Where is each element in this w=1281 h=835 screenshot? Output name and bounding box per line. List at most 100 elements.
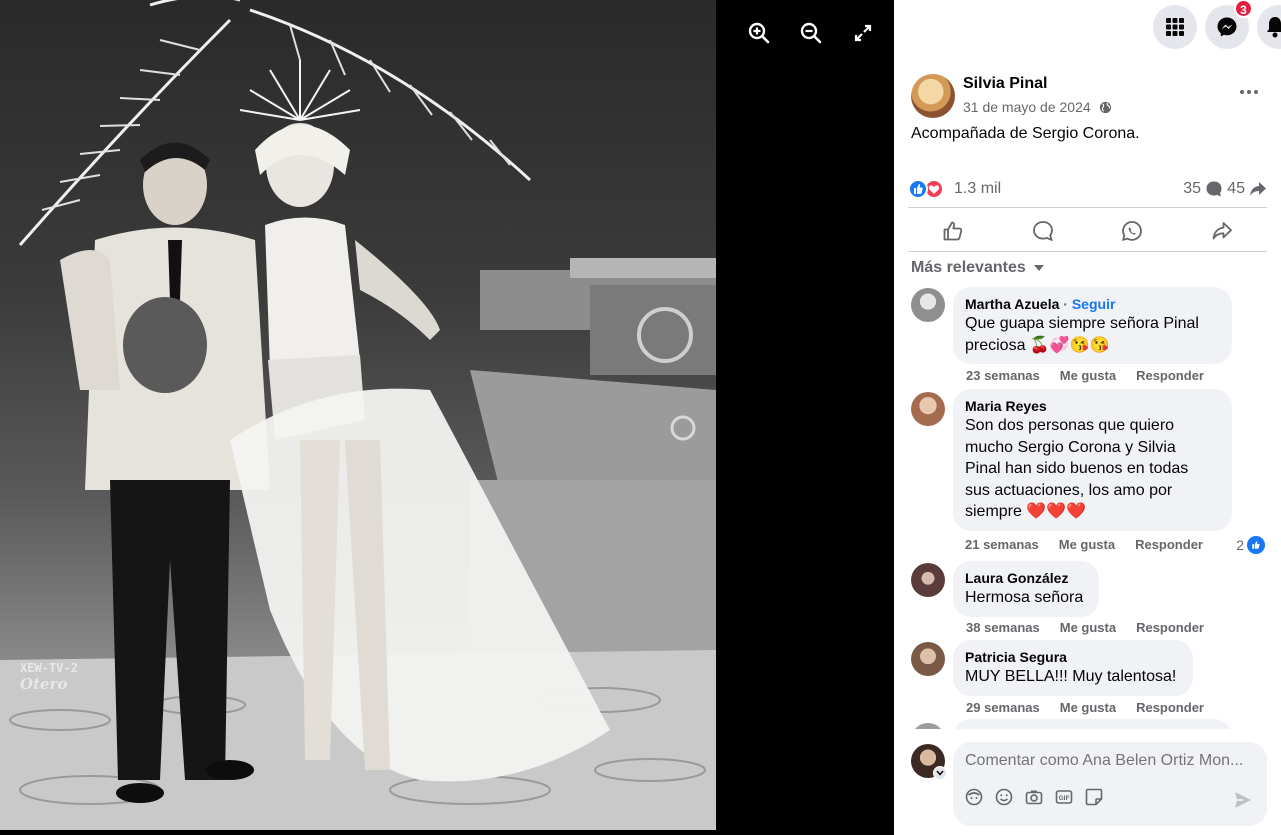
gif-button[interactable]: GIF bbox=[1055, 788, 1073, 806]
commenter-name-row: Martha Azuela · Seguir bbox=[965, 295, 1220, 313]
commenter-name[interactable]: Laura González bbox=[965, 569, 1087, 587]
comments-list[interactable]: Martha Azuela · Seguir Que guapa siempre… bbox=[908, 283, 1267, 729]
sticker-button[interactable] bbox=[1085, 788, 1103, 806]
comment-icon bbox=[1032, 221, 1053, 242]
zoom-in-button[interactable] bbox=[744, 18, 774, 48]
post-photo[interactable]: XEW-TV-2 Otero bbox=[0, 0, 716, 830]
comment-composer: GIF bbox=[908, 740, 1267, 830]
author-avatar[interactable] bbox=[911, 74, 955, 118]
like-reaction-icon[interactable] bbox=[908, 179, 928, 199]
comment-text-line: preciosa 🍒💞😘😘 bbox=[965, 336, 1110, 354]
send-icon bbox=[1235, 792, 1251, 808]
comment-meta: 38 semanas Me gusta Responder bbox=[966, 620, 1204, 635]
comment-reply-button[interactable]: Responder bbox=[1135, 537, 1203, 552]
shares-count-button[interactable]: 45 bbox=[1227, 180, 1267, 198]
zoom-in-icon bbox=[748, 22, 770, 44]
whatsapp-icon bbox=[1122, 221, 1143, 241]
post-date[interactable]: 31 de mayo de 2024 bbox=[963, 99, 1091, 115]
reactions-count[interactable]: 1.3 mil bbox=[954, 180, 1001, 198]
commenter-avatar[interactable] bbox=[911, 642, 945, 676]
comment-meta: 29 semanas Me gusta Responder bbox=[966, 700, 1204, 715]
comment-reply-button[interactable]: Responder bbox=[1136, 700, 1204, 715]
comment-sort-dropdown[interactable]: Más relevantes bbox=[911, 259, 1044, 277]
comment-text-line: mucho Sergio Corona y Silvia bbox=[965, 438, 1176, 456]
bell-icon bbox=[1267, 17, 1281, 38]
photo-button[interactable] bbox=[1025, 788, 1043, 806]
like-button[interactable] bbox=[908, 210, 998, 252]
comment-like-button[interactable]: Me gusta bbox=[1060, 620, 1116, 635]
viewer-toolbar bbox=[744, 18, 878, 48]
comment-text-line: Son dos personas que quiero bbox=[965, 417, 1175, 434]
comment-like-button[interactable]: Me gusta bbox=[1060, 368, 1116, 383]
stats-divider bbox=[908, 207, 1267, 208]
author-name[interactable]: Silvia Pinal bbox=[963, 75, 1047, 93]
commenter-avatar[interactable] bbox=[911, 723, 945, 729]
svg-text:GIF: GIF bbox=[1059, 795, 1070, 802]
comment-time[interactable]: 21 semanas bbox=[965, 537, 1039, 552]
post-options-button[interactable] bbox=[1235, 82, 1263, 102]
sort-label: Más relevantes bbox=[911, 259, 1026, 276]
menu-button[interactable] bbox=[1153, 5, 1197, 49]
comment-bubble: Patricia Segura MUY BELLA!!! Muy talento… bbox=[953, 640, 1193, 696]
zoom-out-button[interactable] bbox=[796, 18, 826, 48]
emoji-button[interactable] bbox=[995, 788, 1013, 806]
share-arrow-icon bbox=[1250, 182, 1266, 196]
messenger-button[interactable]: 3 bbox=[1205, 0, 1253, 49]
whatsapp-share-button[interactable] bbox=[1088, 210, 1178, 252]
fullscreen-button[interactable] bbox=[848, 18, 878, 48]
post-header: Silvia Pinal 31 de mayo de 2024 bbox=[911, 72, 1267, 120]
actions-divider bbox=[908, 251, 1267, 252]
share-icon bbox=[1212, 222, 1233, 240]
comment-input[interactable] bbox=[965, 752, 1255, 770]
messenger-badge: 3 bbox=[1234, 0, 1253, 18]
post-stats: 1.3 mil 35 45 bbox=[908, 178, 1267, 200]
avatar-sticker-button[interactable] bbox=[965, 788, 983, 806]
gif-icon: GIF bbox=[1055, 790, 1073, 804]
comment-time[interactable]: 38 semanas bbox=[966, 620, 1040, 635]
commenter-name[interactable]: Maria Reyes bbox=[965, 397, 1220, 415]
commenter-avatar[interactable] bbox=[911, 563, 945, 597]
comment-text-line: siempre ❤️❤️❤️ bbox=[965, 503, 1087, 520]
profile-switch-button[interactable] bbox=[933, 766, 947, 780]
share-button[interactable] bbox=[1177, 210, 1267, 252]
comment-button[interactable] bbox=[998, 210, 1088, 252]
commenter-avatar[interactable] bbox=[911, 392, 945, 426]
comment-bubble: Maria Reyes Son dos personas que quiero … bbox=[953, 389, 1232, 531]
comment-time[interactable]: 29 semanas bbox=[966, 700, 1040, 715]
camera-icon bbox=[1025, 790, 1043, 805]
grid-menu-icon bbox=[1166, 18, 1184, 36]
comment-bubble bbox=[953, 719, 1232, 729]
comment-reply-button[interactable]: Responder bbox=[1136, 620, 1204, 635]
commenter-name[interactable]: Patricia Segura bbox=[965, 648, 1181, 666]
comment-reply-button[interactable]: Responder bbox=[1136, 368, 1204, 383]
top-bar: 3 bbox=[894, 0, 1281, 56]
composer-tools: GIF bbox=[965, 788, 1103, 806]
post-panel: 3 Silvia Pinal 31 de mayo de 2024 Acompa… bbox=[894, 0, 1281, 835]
caret-down-icon bbox=[1033, 265, 1044, 271]
fullscreen-icon bbox=[854, 24, 872, 42]
notifications-button[interactable] bbox=[1257, 5, 1281, 49]
sticker-icon bbox=[1085, 788, 1103, 806]
comment-time[interactable]: 23 semanas bbox=[966, 368, 1040, 383]
post-actions bbox=[908, 210, 1267, 252]
send-button[interactable] bbox=[1233, 790, 1253, 815]
comment-like-count[interactable]: 2 bbox=[1236, 536, 1265, 554]
comment-meta: 21 semanas Me gusta Responder bbox=[965, 537, 1203, 552]
comment-like-button[interactable]: Me gusta bbox=[1059, 537, 1115, 552]
comment-meta: 23 semanas Me gusta Responder bbox=[966, 368, 1204, 383]
dot-icon bbox=[1254, 90, 1258, 94]
watermark-line-1: XEW-TV-2 bbox=[20, 661, 78, 675]
commenter-avatar[interactable] bbox=[911, 288, 945, 322]
comment-bubble-icon bbox=[1206, 181, 1222, 197]
photo-watermark: XEW-TV-2 Otero bbox=[20, 660, 78, 692]
follow-button[interactable]: Seguir bbox=[1072, 296, 1116, 312]
like-badge-icon bbox=[1247, 536, 1265, 554]
comment-like-button[interactable]: Me gusta bbox=[1060, 700, 1116, 715]
globe-icon bbox=[1099, 101, 1111, 114]
comment-text-line: sus actuaciones, los amo por bbox=[965, 481, 1173, 499]
comments-count-button[interactable]: 35 bbox=[1183, 180, 1223, 198]
commenter-name[interactable]: Martha Azuela bbox=[965, 296, 1059, 312]
post-date-row: 31 de mayo de 2024 bbox=[963, 99, 1112, 115]
comments-count: 35 bbox=[1183, 180, 1201, 197]
watermark-line-2: Otero bbox=[20, 675, 68, 693]
